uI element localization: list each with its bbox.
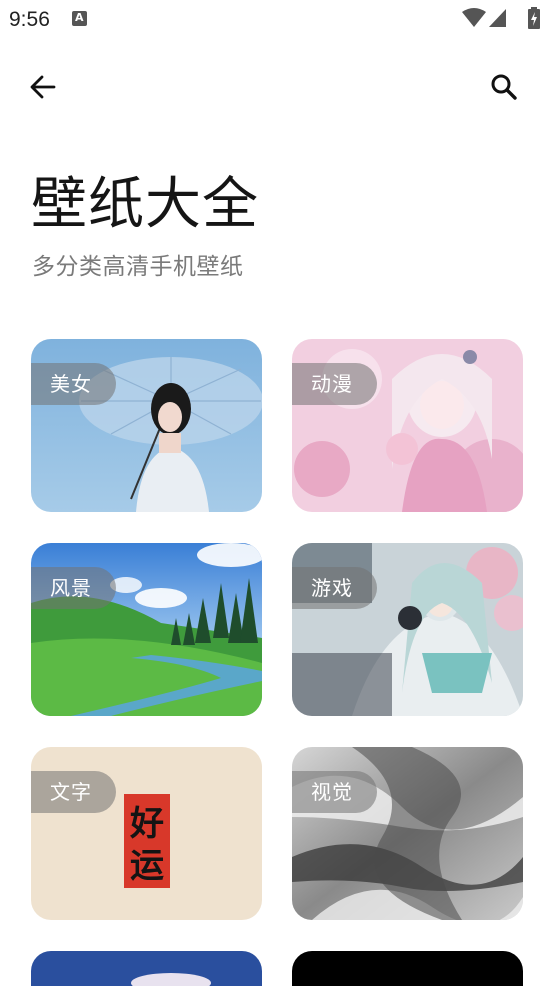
text-art-line1: 好 (129, 804, 164, 844)
page-title: 壁纸大全 (31, 172, 259, 237)
category-label: 动漫 (292, 363, 377, 405)
text-art-line2: 运 (130, 846, 164, 886)
category-label: 视觉 (292, 771, 377, 813)
cell-signal-icon (489, 9, 506, 27)
page-subtitle: 多分类高清手机壁纸 (32, 254, 244, 280)
category-card-anime[interactable]: 动漫 (292, 339, 523, 512)
category-label: 美女 (31, 363, 116, 405)
status-time: 9:56 (9, 8, 50, 31)
partial-thumbnail-1 (31, 951, 262, 986)
category-card-scenery[interactable]: 风景 (31, 543, 262, 716)
category-card-partial-2[interactable] (292, 951, 523, 986)
search-icon (491, 74, 517, 100)
back-arrow-icon (30, 75, 56, 99)
partial-thumbnail-2 (292, 951, 523, 986)
status-bar: 9:56 A (0, 0, 554, 40)
wifi-icon (462, 8, 486, 27)
category-card-game[interactable]: 游戏 (292, 543, 523, 716)
category-label: 游戏 (292, 567, 377, 609)
category-label: 文字 (31, 771, 116, 813)
category-label: 风景 (31, 567, 116, 609)
category-card-text[interactable]: 好 运 文字 (31, 747, 262, 920)
notification-a-icon: A (72, 11, 87, 26)
search-button[interactable] (482, 65, 526, 109)
back-button[interactable] (21, 65, 65, 109)
toolbar (0, 58, 554, 114)
category-card-beauty[interactable]: 美女 (31, 339, 262, 512)
category-card-partial-1[interactable] (31, 951, 262, 986)
category-card-visual[interactable]: 视觉 (292, 747, 523, 920)
battery-charging-icon (528, 7, 540, 29)
